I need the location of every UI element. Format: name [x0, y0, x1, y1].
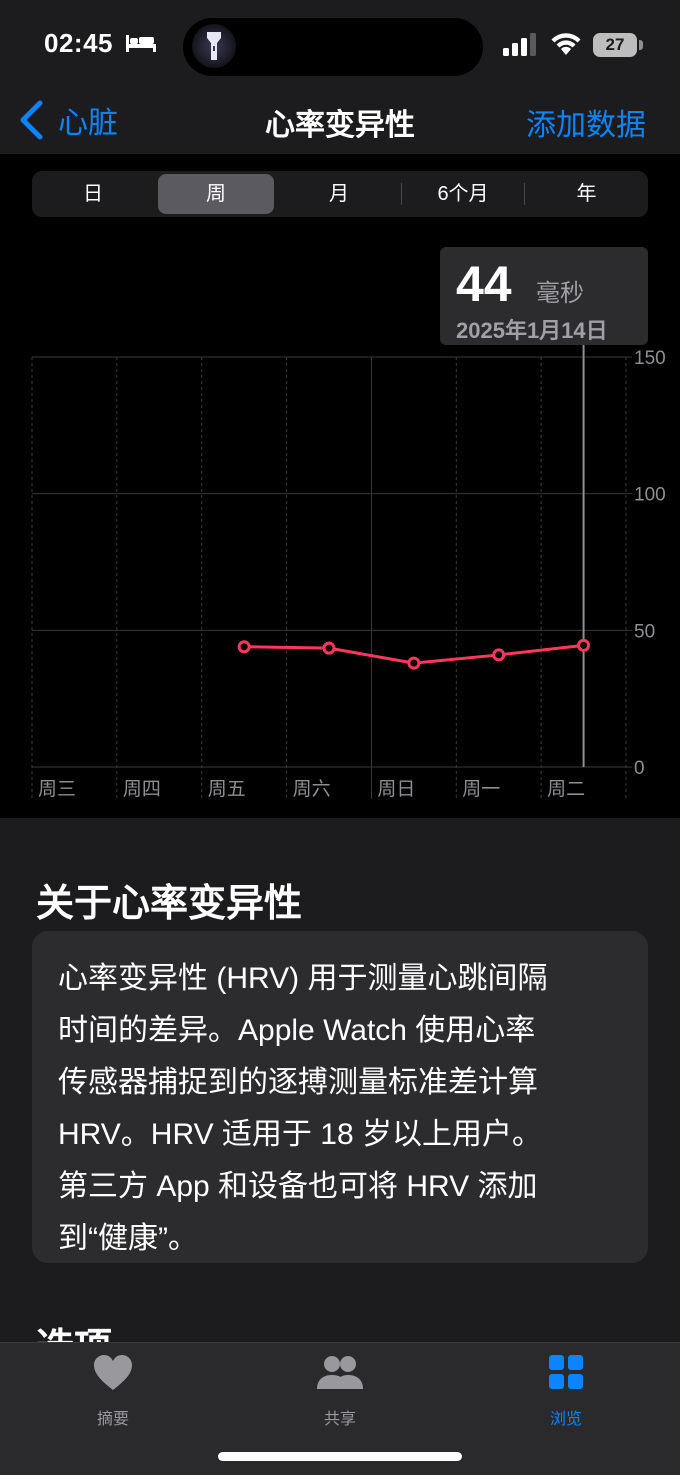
grid-icon: [549, 1355, 583, 1389]
heart-icon: [94, 1355, 132, 1390]
y-tick-label: 50: [634, 621, 655, 642]
y-tick-label: 150: [634, 348, 666, 369]
time-range-segmented-control: 日 周 月 6个月 年: [32, 171, 648, 217]
about-line: 时间的差异。Apple Watch 使用心率: [58, 1014, 536, 1047]
about-line: HRV。HRV 适用于 18 岁以上用户。: [58, 1118, 542, 1151]
y-tick-label: 100: [634, 485, 666, 506]
x-tick-label: 周四: [123, 779, 161, 800]
about-card: 心率变异性 (HRV) 用于测量心跳间隔 时间的差异。Apple Watch 使…: [32, 931, 648, 1263]
segment-year[interactable]: 年: [528, 174, 645, 214]
about-line: 到“健康”。: [58, 1222, 198, 1255]
data-point[interactable]: [407, 656, 421, 670]
about-description: 心率变异性 (HRV) 用于测量心跳间隔 时间的差异。Apple Watch 使…: [58, 953, 624, 1265]
navigation-bar: 心脏 心率变异性 添加数据: [0, 92, 680, 154]
add-data-button[interactable]: 添加数据: [526, 100, 646, 144]
tooltip-date: 2025年1月14日: [456, 318, 608, 343]
wifi-icon: [551, 33, 581, 55]
tooltip-value: 44: [456, 256, 512, 312]
about-line: 第三方 App 和设备也可将 HRV 添加: [58, 1170, 538, 1203]
segment-divider: [401, 183, 402, 205]
data-point[interactable]: [577, 638, 591, 652]
battery-tip: [639, 40, 643, 50]
about-section-title: 关于心率变异性: [36, 883, 303, 925]
x-tick-label: 周五: [208, 779, 246, 800]
tab-summary-label: 摘要: [96, 1411, 129, 1428]
tab-summary[interactable]: 摘要: [53, 1353, 173, 1429]
tab-sharing[interactable]: 共享: [280, 1353, 400, 1429]
segment-6-months[interactable]: 6个月: [404, 174, 522, 214]
status-time: 02:45: [44, 28, 113, 58]
data-point[interactable]: [322, 641, 336, 655]
segment-divider: [524, 183, 525, 205]
cellular-signal-icon: [503, 33, 536, 56]
x-tick-label: 周六: [293, 778, 331, 800]
status-bar: 02:45 27: [0, 0, 680, 92]
about-line: 传感器捕捉到的逐搏测量标准差计算: [58, 1066, 538, 1099]
data-point[interactable]: [237, 640, 251, 654]
x-tick-label: 周一: [462, 779, 500, 800]
about-line: 心率变异性 (HRV) 用于测量心跳间隔: [58, 962, 548, 995]
segment-month[interactable]: 月: [281, 174, 397, 214]
tooltip-unit: 毫秒: [536, 280, 584, 307]
bed-icon: [126, 35, 156, 52]
selected-value-tooltip: 44 毫秒 2025年1月14日: [440, 247, 648, 345]
tab-browse[interactable]: 浏览: [506, 1353, 626, 1429]
tab-browse-label: 浏览: [549, 1411, 582, 1428]
segment-day[interactable]: 日: [35, 174, 151, 214]
people-icon: [317, 1356, 363, 1389]
y-tick-label: 0: [634, 758, 645, 779]
x-tick-label: 周二: [547, 779, 585, 800]
home-indicator: [218, 1452, 462, 1461]
data-point[interactable]: [492, 648, 506, 662]
tab-sharing-label: 共享: [323, 1411, 356, 1428]
x-tick-label: 周三: [38, 779, 76, 800]
flashlight-icon: [207, 32, 221, 60]
x-tick-label: 周日: [377, 779, 415, 800]
segment-week[interactable]: 周: [158, 174, 274, 214]
battery-indicator: 27: [593, 33, 637, 57]
chart-section: 0 50 100 150 周三 周四 周五 周六 周日 周一 周二 日 周 月 6个月 年 44 …: [0, 154, 680, 818]
